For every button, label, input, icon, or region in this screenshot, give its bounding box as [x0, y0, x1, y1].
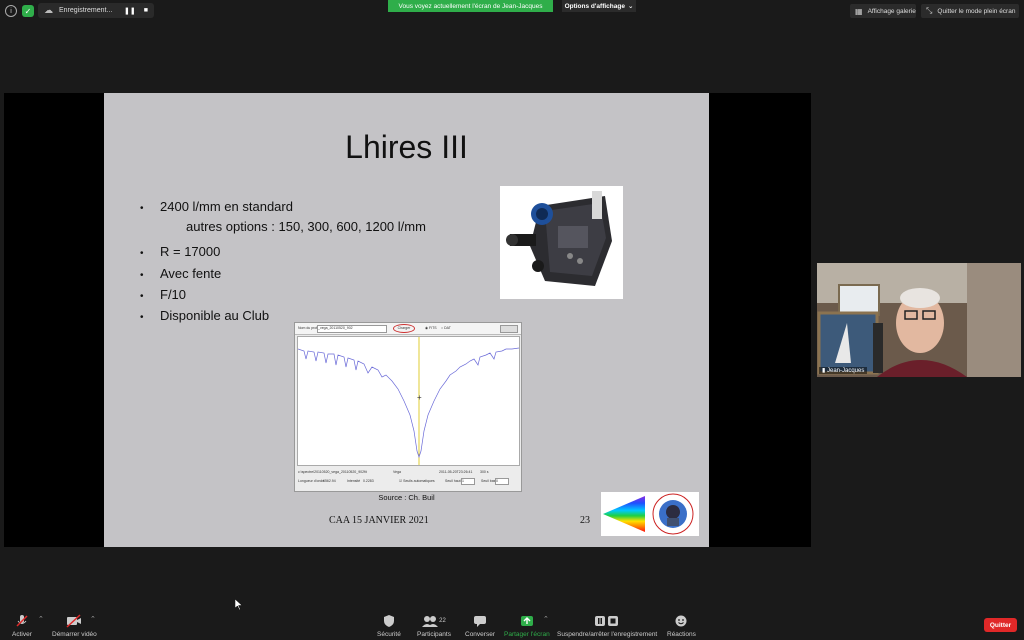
- pause-recording-icon[interactable]: ❚❚: [124, 7, 136, 15]
- bullet-item: • 2400 l/mm en standard: [140, 199, 293, 214]
- bullet-item: • R = 17000: [140, 244, 221, 259]
- slide-footer: CAA 15 JANVIER 2021: [329, 515, 429, 526]
- exit-fullscreen-label: Quitter le mode plein écran: [937, 7, 1016, 15]
- bullet-item: • Avec fente: [140, 266, 222, 281]
- recording-indicator: ☁ Enregistrement... ❚❚ ■: [38, 3, 154, 18]
- security-shield-icon[interactable]: ✓: [22, 5, 34, 17]
- obs-date: 2011-05-20T23:26:41: [439, 470, 473, 474]
- participant-name-label: ▮ Jean-Jacques: [819, 367, 868, 374]
- exit-fullscreen-icon: ⤡: [926, 6, 933, 15]
- low-threshold-label: Seuil bas: [481, 479, 496, 483]
- cloud-record-icon: ☁: [44, 5, 53, 15]
- exit-fullscreen-button[interactable]: ⤡ Quitter le mode plein écran: [921, 4, 1019, 18]
- intensity-label: Intensité: [347, 479, 361, 483]
- object-name: Vega: [393, 470, 401, 474]
- top-bar: i ✓ ☁ Enregistrement... ❚❚ ■ Vous voyez …: [0, 0, 1024, 22]
- view-options-label: Options d'affichage: [564, 2, 625, 10]
- slide-page-number: 23: [580, 515, 590, 526]
- club-logo: [601, 492, 699, 536]
- emoji-reaction-icon: [674, 614, 688, 628]
- high-threshold-input[interactable]: 1: [461, 478, 475, 485]
- quit-button[interactable]: Quitter: [984, 618, 1017, 632]
- chat-label: Converser: [465, 631, 495, 638]
- spectrum-toolbar: Nom du profil _vega_20110520_902 Charger…: [295, 323, 521, 335]
- participants-button[interactable]: 22 Participants: [417, 614, 451, 638]
- grid-icon: ▦: [855, 6, 863, 16]
- audio-options-chevron-icon[interactable]: ⌃: [38, 615, 44, 623]
- high-threshold-label: Seuil haut: [445, 479, 461, 483]
- intensity-value: 0.2283: [363, 479, 374, 483]
- spectrograph-photo: [500, 186, 623, 299]
- wavelength-value: 6562.94: [323, 479, 336, 483]
- profile-label: Nom du profil: [298, 326, 319, 330]
- radio-fits[interactable]: ◉ FITS: [425, 326, 437, 330]
- spectrum-footer: c:\spectre\20110520_vega_20110520_902fit…: [295, 466, 521, 490]
- reactions-label: Réactions: [667, 631, 696, 638]
- security-button[interactable]: Sécurité: [377, 614, 401, 638]
- participants-count: 22: [439, 618, 446, 624]
- participant-video-tile[interactable]: ▮ Jean-Jacques: [817, 263, 1021, 377]
- bullet-subline: autres options : 150, 300, 600, 1200 l/m…: [186, 219, 426, 234]
- window-control[interactable]: [500, 325, 518, 333]
- radio-dat[interactable]: ○ DAT: [441, 326, 451, 330]
- stop-recording-icon[interactable]: ■: [144, 7, 148, 15]
- shield-icon: [383, 614, 395, 628]
- screen-share-banner: Vous voyez actuellement l'écran de Jean-…: [388, 0, 553, 12]
- signal-icon: ▮: [822, 368, 826, 374]
- gallery-view-button[interactable]: ▦ Affichage galerie: [850, 4, 916, 18]
- slide-title: Lhires III: [345, 129, 468, 165]
- record-control-label: Suspendre/arrêter l'enregistrement: [557, 631, 658, 638]
- gallery-view-label: Affichage galerie: [867, 7, 916, 15]
- mute-toggle-button[interactable]: Activer: [12, 614, 32, 638]
- charger-button[interactable]: Charger: [393, 324, 415, 333]
- share-options-chevron-icon[interactable]: ⌃: [543, 615, 549, 623]
- wavelength-label: Longueur d'onde: [298, 479, 325, 483]
- exposure: 300 s: [480, 470, 489, 474]
- video-options-chevron-icon[interactable]: ⌃: [90, 615, 96, 623]
- plot-crosshair: +: [417, 393, 422, 402]
- spectrum-path: c:\spectre\20110520_vega_20110520_902fit: [298, 470, 367, 474]
- participants-label: Participants: [417, 631, 451, 638]
- spectrum-plot: +: [297, 336, 520, 466]
- chevron-down-icon: ⌄: [627, 3, 634, 10]
- view-options-button[interactable]: Options d'affichage ⌄: [562, 0, 636, 12]
- profile-input[interactable]: _vega_20110520_902: [317, 325, 387, 333]
- activate-label: Activer: [12, 631, 32, 638]
- low-threshold-input[interactable]: 0: [495, 478, 509, 485]
- auto-scale-checkbox[interactable]: ☑ Seuils automatiques: [399, 479, 435, 483]
- record-control-button[interactable]: Suspendre/arrêter l'enregistrement: [557, 614, 657, 638]
- start-video-label: Démarrer vidéo: [52, 631, 97, 638]
- security-label: Sécurité: [377, 631, 401, 638]
- participants-icon: 22: [422, 614, 446, 628]
- bullet-item: • Disponible au Club: [140, 308, 270, 323]
- spectrum-software-window: Nom du profil _vega_20110520_902 Charger…: [294, 322, 522, 492]
- bullet-item: • F/10: [140, 287, 187, 302]
- pause-stop-record-icon: [594, 614, 620, 628]
- chat-bubble-icon: [473, 614, 487, 628]
- mouse-cursor-icon: [234, 597, 243, 615]
- reactions-button[interactable]: Réactions: [667, 614, 696, 638]
- recording-label: Enregistrement...: [59, 7, 113, 14]
- presentation-slide: Lhires III • 2400 l/mm en standard autres…: [104, 93, 709, 547]
- chat-button[interactable]: Converser: [465, 614, 495, 638]
- info-icon[interactable]: i: [5, 5, 17, 17]
- video-camera-off-icon: [66, 614, 82, 628]
- microphone-muted-icon: [15, 614, 29, 628]
- share-screen-label: Partager l'écran: [504, 631, 550, 638]
- share-screen-icon: [520, 614, 534, 628]
